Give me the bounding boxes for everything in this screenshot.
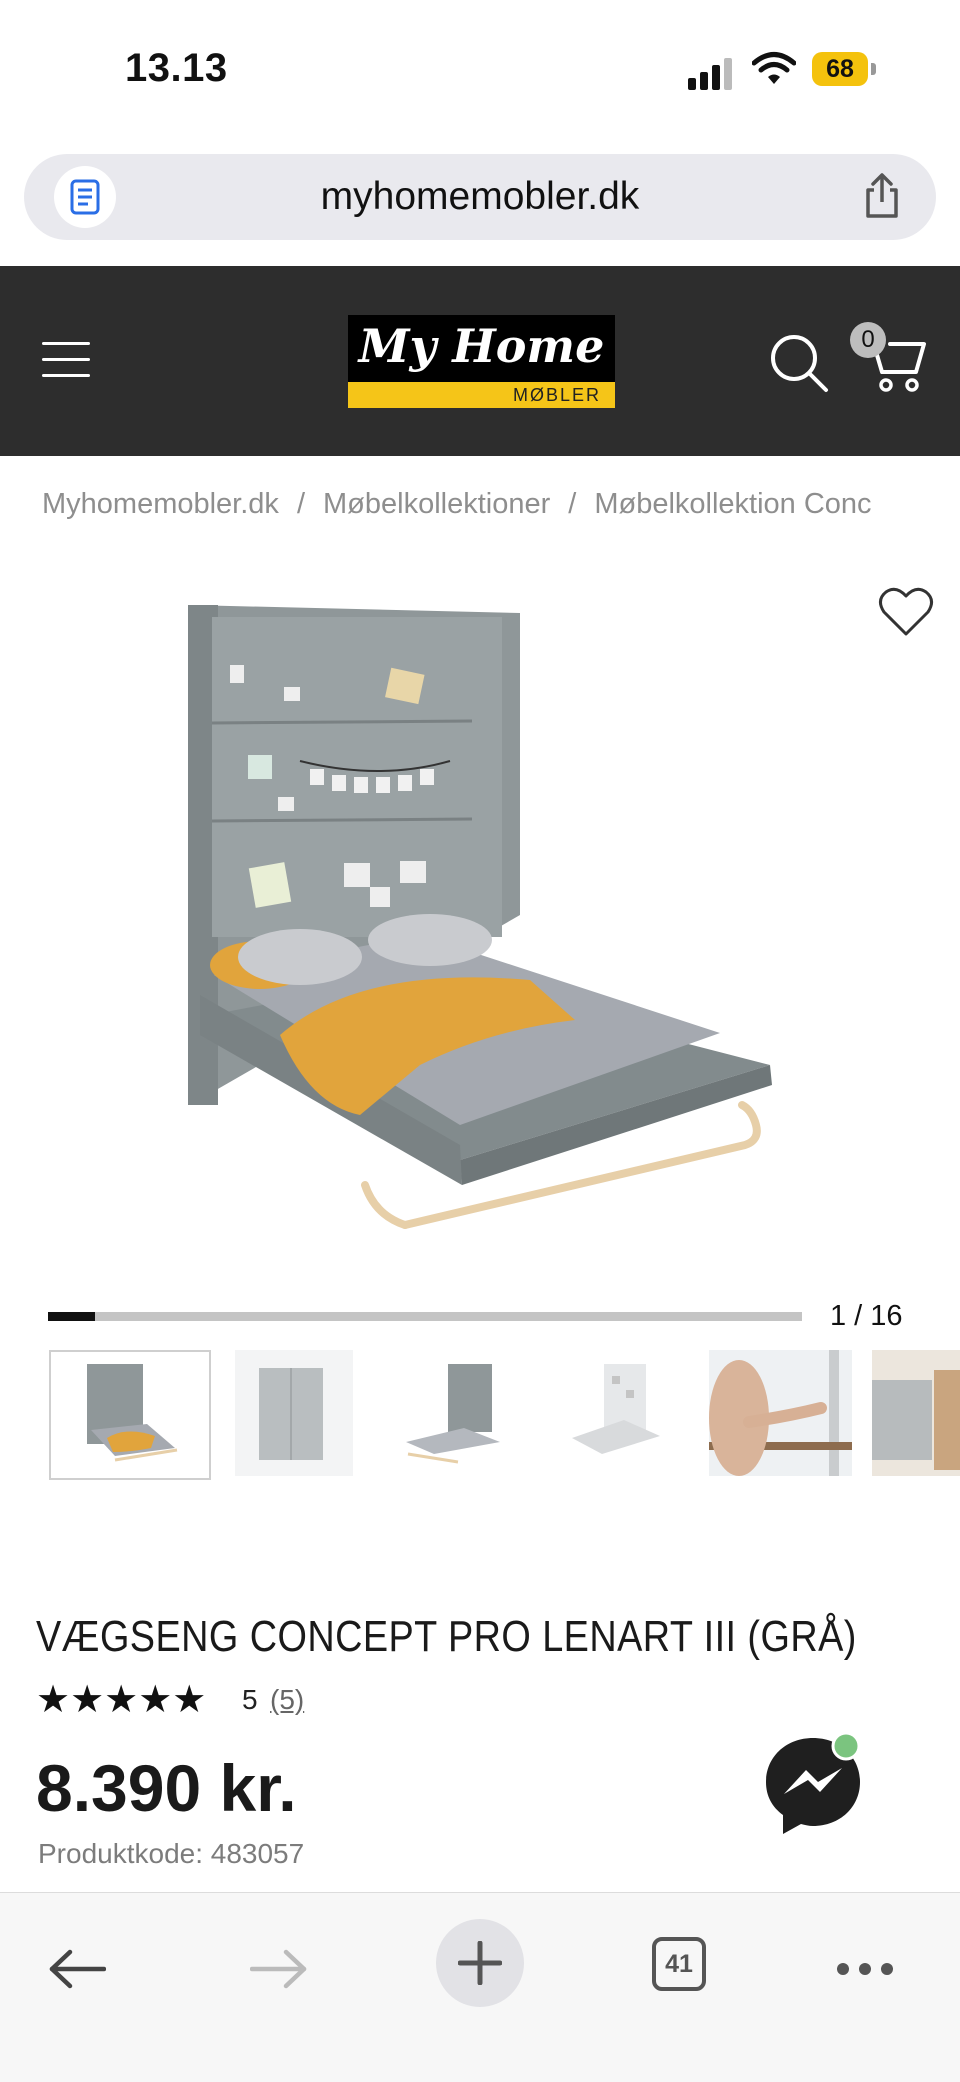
menu-icon[interactable]	[42, 342, 90, 378]
thumbnail-3[interactable]	[394, 1350, 512, 1476]
breadcrumb-separator: /	[296, 488, 305, 520]
breadcrumb-item-collections[interactable]: Møbelkollektioner	[323, 488, 550, 520]
breadcrumb-item-collection[interactable]: Møbelkollektion Conc	[594, 488, 871, 520]
rating-value: 5	[242, 1684, 258, 1715]
product-code: Produktkode: 483057	[38, 1838, 305, 1869]
more-button[interactable]	[820, 1929, 910, 2009]
share-icon[interactable]	[858, 172, 906, 220]
site-header: My Home MØBLER 0	[0, 266, 960, 456]
wifi-icon	[752, 52, 796, 84]
new-tab-button[interactable]	[436, 1919, 524, 2007]
gallery-progress-bar	[48, 1312, 802, 1321]
product-price: 8.390 kr.	[36, 1751, 297, 1825]
gallery-counter: 1 / 16	[830, 1300, 903, 1332]
messenger-icon[interactable]	[758, 1730, 868, 1840]
product-image[interactable]	[160, 585, 820, 1245]
more-icon	[837, 1963, 893, 1975]
plus-icon	[458, 1941, 502, 1985]
back-arrow-icon	[49, 1949, 106, 1989]
forward-arrow-icon	[250, 1949, 307, 1989]
rating-stars: ★★★★★	[36, 1679, 207, 1721]
thumbnail-2[interactable]	[235, 1350, 353, 1476]
back-button[interactable]	[32, 1929, 122, 2009]
battery-indicator: 68	[812, 52, 876, 86]
review-count-link[interactable]: (5)	[270, 1684, 304, 1716]
thumbnail-6[interactable]	[872, 1350, 960, 1476]
logo-subtext: MØBLER	[512, 385, 601, 405]
gallery-progress-fill	[48, 1312, 96, 1321]
url-text[interactable]: myhomemobler.dk	[24, 154, 936, 240]
thumbnail-5[interactable]	[709, 1350, 852, 1476]
status-time: 13.13	[125, 46, 228, 90]
logo-text: My Home	[358, 319, 605, 373]
battery-level: 68	[826, 55, 854, 83]
cellular-signal-icon	[688, 56, 736, 90]
thumbnail-4[interactable]	[562, 1350, 680, 1476]
breadcrumb-item-home[interactable]: Myhomemobler.dk	[42, 488, 279, 520]
address-bar[interactable]: myhomemobler.dk	[24, 154, 936, 240]
product-title: VÆGSENG CONCEPT PRO LENART III (GRÅ)	[36, 1612, 857, 1661]
breadcrumb: Myhomemobler.dk / Møbelkollektioner / Møbelk…	[42, 488, 872, 521]
forward-button[interactable]	[234, 1929, 324, 2009]
tabs-icon[interactable]: 41	[652, 1937, 706, 1991]
thumbnail-1[interactable]	[49, 1350, 211, 1480]
cart-count-badge: 0	[850, 322, 886, 358]
site-logo[interactable]: My Home MØBLER	[348, 315, 615, 408]
wishlist-heart-icon[interactable]	[878, 586, 934, 638]
browser-toolbar: 41	[0, 1892, 960, 2082]
search-icon[interactable]	[768, 332, 830, 394]
breadcrumb-separator: /	[568, 488, 577, 520]
